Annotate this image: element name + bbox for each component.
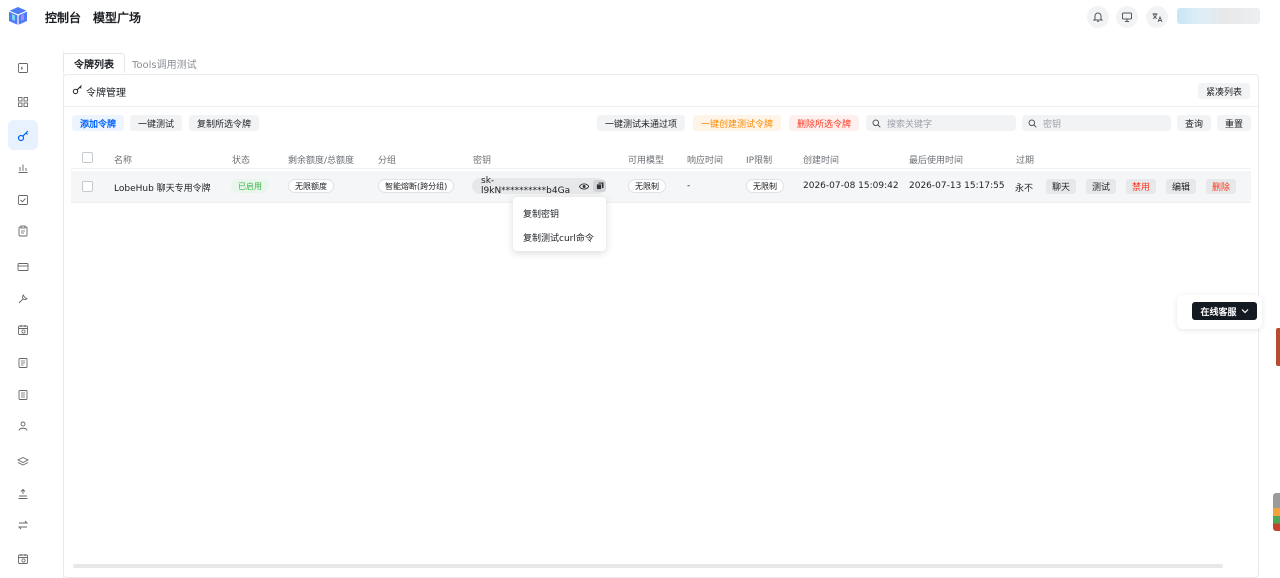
- column-header[interactable]: 创建时间: [803, 153, 839, 166]
- created-time: 2026-07-08 15:09:42: [803, 181, 899, 191]
- bell-icon[interactable]: [1087, 6, 1109, 28]
- upload-icon[interactable]: [8, 479, 38, 509]
- copy-curl-menu-item[interactable]: 复制测试curl命令: [523, 231, 594, 244]
- copy-icon[interactable]: [593, 180, 606, 192]
- key-icon: [72, 85, 82, 95]
- logo-icon[interactable]: [7, 6, 29, 26]
- chat-button[interactable]: 聊天: [1046, 179, 1077, 194]
- select-all-checkbox[interactable]: [82, 152, 93, 163]
- tab-tools-test[interactable]: Tools调用测试: [122, 53, 207, 73]
- column-header[interactable]: 最后使用时间: [909, 153, 963, 166]
- status-badge: 已启用: [231, 179, 269, 193]
- last-used-time: 2026-07-13 15:17:55: [909, 181, 1005, 191]
- copy-dropdown-menu: 复制密钥 复制测试curl命令: [513, 197, 606, 251]
- chevron-down-icon: [1241, 309, 1248, 314]
- add-token-button[interactable]: 添加令牌: [72, 115, 125, 131]
- terminal-icon[interactable]: [8, 53, 38, 83]
- key-display[interactable]: sk-l9kN**********b4Ga: [472, 176, 606, 196]
- calendar-clock-icon[interactable]: [8, 315, 38, 345]
- document-icon[interactable]: [8, 348, 38, 378]
- quota-tag: 无限额度: [288, 179, 334, 193]
- tab-token-list[interactable]: 令牌列表: [63, 53, 125, 73]
- expire-value: 永不: [1015, 184, 1034, 194]
- sidebar: [0, 50, 46, 578]
- column-header[interactable]: 可用模型: [628, 153, 664, 166]
- bar-chart-icon[interactable]: [8, 153, 38, 183]
- test-failed-button[interactable]: 一键测试未通过项: [597, 115, 686, 131]
- card-title: 令牌管理: [86, 88, 126, 99]
- column-header[interactable]: 过期: [1016, 153, 1034, 166]
- clipboard-icon[interactable]: [8, 216, 38, 246]
- calendar-icon[interactable]: [8, 544, 38, 574]
- user-avatar[interactable]: [1177, 8, 1260, 24]
- grid-icon[interactable]: [8, 87, 38, 117]
- header-divider: [71, 168, 1251, 169]
- column-header[interactable]: IP限制: [746, 153, 772, 166]
- search-icon: [872, 119, 881, 128]
- reset-button[interactable]: 重置: [1217, 115, 1252, 131]
- test-button[interactable]: 测试: [1086, 179, 1117, 194]
- column-header[interactable]: 分组: [378, 153, 396, 166]
- monitor-icon[interactable]: [1116, 6, 1138, 28]
- check-square-icon[interactable]: [8, 185, 38, 215]
- query-button[interactable]: 查询: [1177, 115, 1212, 131]
- column-header[interactable]: 密钥: [473, 153, 491, 166]
- token-name: LobeHub 聊天专用令牌: [114, 184, 211, 194]
- response-time: -: [687, 181, 691, 191]
- disable-button[interactable]: 禁用: [1126, 179, 1157, 194]
- translate-icon[interactable]: [1146, 6, 1168, 28]
- copy-key-menu-item[interactable]: 复制密钥: [523, 207, 559, 220]
- column-header[interactable]: 剩余额度/总额度: [288, 153, 354, 166]
- search-placeholder: 搜索关键字: [887, 119, 933, 130]
- ip-limit-tag: 无限制: [746, 179, 784, 193]
- online-support-button[interactable]: 在线客服: [1192, 302, 1257, 320]
- column-header[interactable]: 响应时间: [687, 153, 723, 166]
- file-list-icon[interactable]: [8, 380, 38, 410]
- support-label: 在线客服: [1200, 307, 1237, 318]
- top-bar: 控制台 模型广场: [0, 0, 1280, 34]
- card-header: 令牌管理 紧凑列表: [64, 75, 1258, 107]
- wrench-icon[interactable]: [8, 284, 38, 314]
- user-icon[interactable]: [8, 411, 38, 441]
- search-input[interactable]: 搜索关键字: [866, 115, 1016, 131]
- column-header[interactable]: 状态: [232, 153, 250, 166]
- group-tag: 智能熔断(跨分组): [378, 179, 455, 193]
- edit-button[interactable]: 编辑: [1166, 179, 1197, 194]
- row-divider: [71, 202, 1251, 203]
- eye-icon[interactable]: [578, 182, 590, 191]
- horizontal-scrollbar[interactable]: [73, 564, 1223, 568]
- search-icon: [1028, 119, 1037, 128]
- edge-widget[interactable]: [1276, 328, 1280, 366]
- copy-selected-button[interactable]: 复制所选令牌: [189, 115, 260, 131]
- test-all-button[interactable]: 一键测试: [130, 115, 183, 131]
- key-placeholder: 密钥: [1043, 119, 1062, 130]
- create-test-token-button[interactable]: 一键创建测试令牌: [693, 115, 782, 131]
- swap-icon[interactable]: [8, 510, 38, 540]
- key-search-input[interactable]: 密钥: [1022, 115, 1171, 131]
- compact-list-button[interactable]: 紧凑列表: [1197, 83, 1250, 99]
- delete-button[interactable]: 删除: [1206, 179, 1237, 194]
- token-management-card: 令牌管理 紧凑列表: [63, 74, 1259, 578]
- nav-models[interactable]: 模型广场: [93, 9, 141, 26]
- models-tag: 无限制: [628, 179, 666, 193]
- credit-card-icon[interactable]: [8, 252, 38, 282]
- column-header[interactable]: 名称: [114, 153, 132, 166]
- key-value: sk-l9kN**********b4Ga: [481, 176, 571, 196]
- edge-widget[interactable]: [1273, 493, 1280, 531]
- delete-selected-button[interactable]: 删除所选令牌: [789, 115, 860, 131]
- layers-icon[interactable]: [8, 447, 38, 477]
- row-checkbox[interactable]: [82, 181, 93, 192]
- nav-console[interactable]: 控制台: [45, 9, 81, 26]
- key-icon[interactable]: [8, 120, 38, 150]
